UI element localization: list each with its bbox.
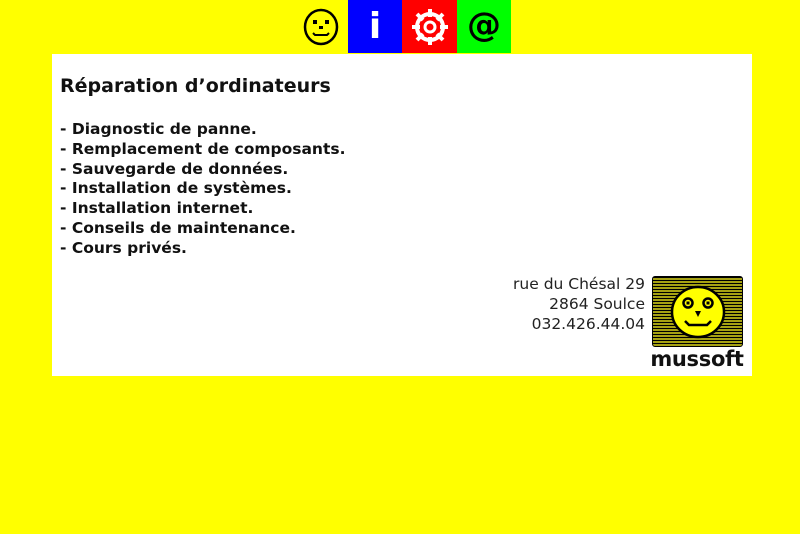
list-item: - Diagnostic de panne. bbox=[60, 120, 257, 138]
city-address: 2864 Soulce bbox=[549, 295, 645, 313]
brand-name: mussoft bbox=[650, 347, 744, 371]
logo bbox=[652, 276, 743, 347]
smiley-logo-icon bbox=[670, 285, 725, 338]
list-item: - Cours privés. bbox=[60, 238, 187, 257]
list-item: - Installation de systèmes. bbox=[60, 179, 292, 198]
contact-button[interactable]: @ bbox=[457, 0, 511, 53]
list-item: - Sauvegarde de données. bbox=[60, 159, 289, 178]
services-list: - Diagnostic de panne. - Remplacement de… bbox=[60, 120, 345, 259]
address-block: rue du Chésal 29 2864 Soulce 032.426.44.… bbox=[513, 274, 645, 334]
settings-button[interactable] bbox=[402, 0, 457, 53]
page-title: Réparation d’ordinateurs bbox=[60, 75, 331, 97]
content-panel: Réparation d’ordinateurs - Diagnostic de… bbox=[52, 54, 752, 376]
gear-icon bbox=[411, 8, 448, 45]
list-item: - Conseils de maintenance. bbox=[60, 218, 296, 237]
list-item: - Installation internet. bbox=[60, 199, 254, 218]
info-button[interactable]: i bbox=[348, 0, 402, 53]
info-icon: i bbox=[368, 5, 382, 47]
phone-number: 032.426.44.04 bbox=[531, 315, 645, 333]
home-button[interactable] bbox=[294, 0, 348, 53]
top-nav: i @ bbox=[294, 0, 511, 53]
list-item: - Remplacement de composants. bbox=[60, 139, 346, 158]
smiley-icon bbox=[303, 8, 339, 45]
at-icon: @ bbox=[467, 4, 501, 45]
street-address: rue du Chésal 29 bbox=[513, 275, 645, 293]
